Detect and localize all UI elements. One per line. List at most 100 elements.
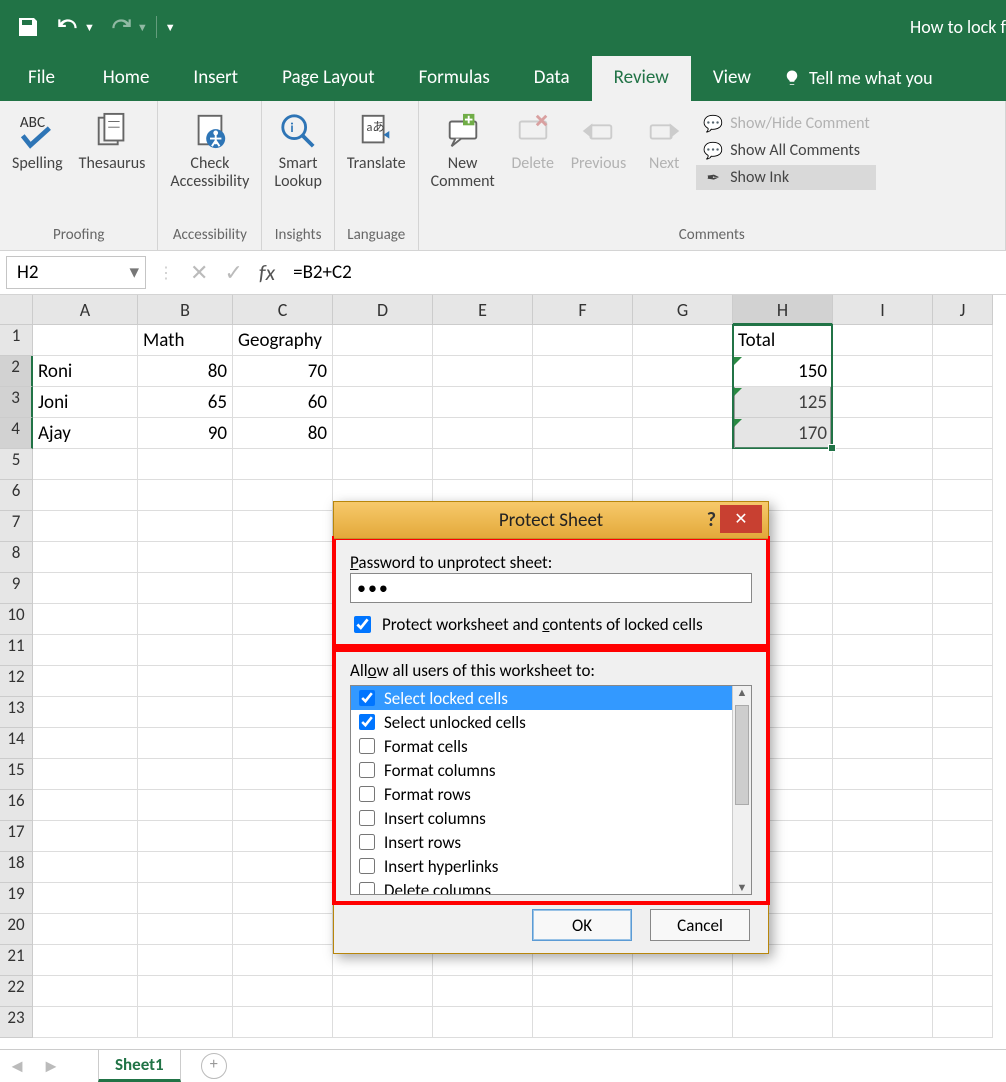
cell-C2[interactable]: 70 <box>233 356 333 387</box>
permission-option[interactable]: Insert columns <box>351 806 751 830</box>
cell-B18[interactable] <box>138 852 233 883</box>
cell-D2[interactable] <box>333 356 433 387</box>
cell-B15[interactable] <box>138 759 233 790</box>
cell-C10[interactable] <box>233 604 333 635</box>
cell-B12[interactable] <box>138 666 233 697</box>
sheet-nav-next[interactable]: ► <box>34 1055 68 1077</box>
row-header-8[interactable]: 8 <box>0 542 33 573</box>
cell-I4[interactable] <box>833 418 933 449</box>
cell-J9[interactable] <box>933 573 993 604</box>
cell-A20[interactable] <box>33 914 138 945</box>
column-header-G[interactable]: G <box>633 295 733 325</box>
cell-H4[interactable]: 170 <box>733 418 833 449</box>
cell-G3[interactable] <box>633 387 733 418</box>
cell-F23[interactable] <box>533 1007 633 1038</box>
cell-D5[interactable] <box>333 449 433 480</box>
cell-C5[interactable] <box>233 449 333 480</box>
column-header-H[interactable]: H <box>733 295 833 325</box>
cell-J14[interactable] <box>933 728 993 759</box>
cell-J23[interactable] <box>933 1007 993 1038</box>
spelling-button[interactable]: ABC Spelling <box>6 105 69 177</box>
cell-C6[interactable] <box>233 480 333 511</box>
cell-A22[interactable] <box>33 976 138 1007</box>
ok-button[interactable]: OK <box>532 909 632 941</box>
cell-E23[interactable] <box>433 1007 533 1038</box>
cell-A8[interactable] <box>33 542 138 573</box>
cell-B3[interactable]: 65 <box>138 387 233 418</box>
row-header-2[interactable]: 2 <box>0 356 33 387</box>
cell-A18[interactable] <box>33 852 138 883</box>
row-header-9[interactable]: 9 <box>0 573 33 604</box>
cell-I11[interactable] <box>833 635 933 666</box>
cell-B20[interactable] <box>138 914 233 945</box>
cell-H23[interactable] <box>733 1007 833 1038</box>
cell-C9[interactable] <box>233 573 333 604</box>
cell-A16[interactable] <box>33 790 138 821</box>
column-header-D[interactable]: D <box>333 295 433 325</box>
cell-C23[interactable] <box>233 1007 333 1038</box>
cell-G2[interactable] <box>633 356 733 387</box>
cell-H3[interactable]: 125 <box>733 387 833 418</box>
cell-I21[interactable] <box>833 945 933 976</box>
cell-E1[interactable] <box>433 325 533 356</box>
cell-B23[interactable] <box>138 1007 233 1038</box>
name-box-dropdown-icon[interactable]: ▾ <box>129 261 139 284</box>
cell-G5[interactable] <box>633 449 733 480</box>
tab-review[interactable]: Review <box>592 56 691 101</box>
cell-C15[interactable] <box>233 759 333 790</box>
cell-J17[interactable] <box>933 821 993 852</box>
formula-input[interactable]: =B2+C2 <box>285 261 1006 284</box>
dialog-help-button[interactable]: ? <box>707 508 716 532</box>
qat-customize-icon[interactable]: ▼ <box>159 21 182 34</box>
cell-C8[interactable] <box>233 542 333 573</box>
row-header-13[interactable]: 13 <box>0 697 33 728</box>
cell-H22[interactable] <box>733 976 833 1007</box>
cell-J3[interactable] <box>933 387 993 418</box>
row-header-22[interactable]: 22 <box>0 976 33 1007</box>
row-header-1[interactable]: 1 <box>0 325 33 356</box>
permission-checkbox[interactable] <box>359 882 375 895</box>
translate-button[interactable]: aあ Translate <box>341 105 412 177</box>
cell-C21[interactable] <box>233 945 333 976</box>
new-comment-button[interactable]: New Comment <box>425 105 501 196</box>
cell-C1[interactable]: Geography <box>233 325 333 356</box>
cell-G1[interactable] <box>633 325 733 356</box>
tell-me[interactable]: Tell me what you <box>773 57 933 101</box>
cell-J13[interactable] <box>933 697 993 728</box>
permission-option[interactable]: Format rows <box>351 782 751 806</box>
permissions-list[interactable]: Select locked cellsSelect unlocked cells… <box>350 685 752 895</box>
tab-data[interactable]: Data <box>512 56 592 101</box>
cell-F3[interactable] <box>533 387 633 418</box>
cell-A9[interactable] <box>33 573 138 604</box>
cell-J8[interactable] <box>933 542 993 573</box>
cell-J16[interactable] <box>933 790 993 821</box>
cell-A15[interactable] <box>33 759 138 790</box>
cell-J4[interactable] <box>933 418 993 449</box>
permission-checkbox[interactable] <box>359 810 375 826</box>
cell-I8[interactable] <box>833 542 933 573</box>
cell-A14[interactable] <box>33 728 138 759</box>
cell-B11[interactable] <box>138 635 233 666</box>
cell-C3[interactable]: 60 <box>233 387 333 418</box>
select-all-corner[interactable] <box>0 295 33 325</box>
cell-J1[interactable] <box>933 325 993 356</box>
cell-J6[interactable] <box>933 480 993 511</box>
cell-A23[interactable] <box>33 1007 138 1038</box>
row-header-20[interactable]: 20 <box>0 914 33 945</box>
column-header-C[interactable]: C <box>233 295 333 325</box>
cell-I22[interactable] <box>833 976 933 1007</box>
cell-I18[interactable] <box>833 852 933 883</box>
cell-C12[interactable] <box>233 666 333 697</box>
cell-A3[interactable]: Joni <box>33 387 138 418</box>
cell-G22[interactable] <box>633 976 733 1007</box>
cell-F22[interactable] <box>533 976 633 1007</box>
name-box[interactable]: H2 ▾ <box>6 256 146 289</box>
cell-I19[interactable] <box>833 883 933 914</box>
fx-icon[interactable]: fx <box>259 259 275 286</box>
cell-J15[interactable] <box>933 759 993 790</box>
add-sheet-button[interactable]: + <box>201 1053 227 1079</box>
cell-A1[interactable] <box>33 325 138 356</box>
cell-A2[interactable]: Roni <box>33 356 138 387</box>
cell-B7[interactable] <box>138 511 233 542</box>
cell-I16[interactable] <box>833 790 933 821</box>
